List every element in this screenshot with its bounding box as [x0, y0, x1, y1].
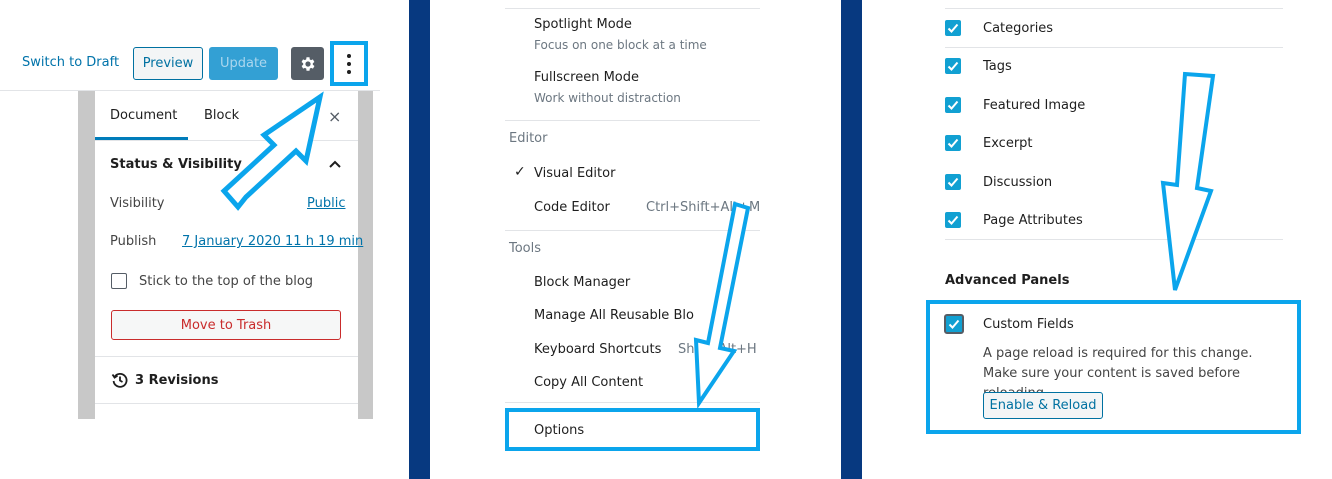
- excerpt-label: Excerpt: [983, 136, 1033, 151]
- visual-editor-item[interactable]: Visual Editor: [534, 166, 615, 181]
- checkmark-icon: [947, 215, 959, 225]
- checkmark-icon: [947, 23, 959, 33]
- checkmark-icon: [947, 138, 959, 148]
- revisions-link[interactable]: 3 Revisions: [135, 373, 218, 388]
- code-editor-item[interactable]: Code Editor: [534, 200, 610, 215]
- block-manager-item[interactable]: Block Manager: [534, 275, 630, 290]
- sticky-label: Stick to the top of the blog: [139, 274, 314, 289]
- featured-image-label: Featured Image: [983, 98, 1086, 113]
- panel-divider: [409, 0, 430, 479]
- section-divider: [95, 356, 358, 357]
- publish-label: Publish: [110, 234, 157, 249]
- spotlight-mode-desc: Focus on one block at a time: [534, 38, 707, 52]
- keyboard-shortcuts-item[interactable]: Keyboard Shortcuts: [534, 342, 661, 357]
- tags-checkbox[interactable]: [945, 58, 961, 74]
- tab-document[interactable]: Document: [110, 108, 177, 123]
- categories-checkbox[interactable]: [945, 20, 961, 36]
- checkmark-icon: ✓: [514, 164, 526, 180]
- ellipsis-dot: [347, 61, 351, 66]
- manage-reusable-blocks-item[interactable]: Manage All Reusable Blocks: [534, 308, 694, 323]
- menu-divider: [505, 120, 760, 121]
- checkmark-icon: [947, 100, 959, 110]
- history-icon: [111, 372, 128, 388]
- checkmark-icon: [948, 319, 960, 329]
- discussion-checkbox[interactable]: [945, 174, 961, 190]
- settings-button[interactable]: [291, 47, 324, 80]
- options-divider: [945, 8, 1283, 9]
- editor-group-label: Editor: [509, 131, 548, 146]
- spotlight-mode-item[interactable]: Spotlight Mode: [534, 17, 632, 32]
- callout-arrow: [1160, 71, 1216, 291]
- callout-arrow: [693, 201, 751, 410]
- categories-label: Categories: [983, 21, 1054, 36]
- ellipsis-dot: [347, 69, 351, 74]
- page-attributes-label: Page Attributes: [983, 213, 1083, 228]
- section-divider: [95, 403, 358, 404]
- enable-reload-button[interactable]: Enable & Reload: [983, 392, 1103, 419]
- more-tools-button[interactable]: [330, 41, 368, 86]
- custom-fields-label: Custom Fields: [983, 317, 1074, 332]
- menu-divider: [505, 8, 760, 9]
- preview-button[interactable]: Preview: [133, 47, 203, 80]
- fullscreen-mode-item[interactable]: Fullscreen Mode: [534, 70, 639, 85]
- update-button[interactable]: Update: [209, 47, 278, 80]
- move-to-trash-button[interactable]: Move to Trash: [111, 310, 341, 340]
- excerpt-checkbox[interactable]: [945, 135, 961, 151]
- options-divider: [945, 47, 1283, 48]
- featured-image-checkbox[interactable]: [945, 97, 961, 113]
- vertical-ellipsis-icon: [347, 53, 351, 58]
- discussion-label: Discussion: [983, 175, 1053, 190]
- gear-icon: [301, 56, 314, 71]
- visibility-label: Visibility: [110, 196, 165, 211]
- sticky-checkbox[interactable]: [111, 273, 127, 289]
- options-item[interactable]: Options: [534, 423, 584, 438]
- fullscreen-mode-desc: Work without distraction: [534, 91, 681, 105]
- tags-label: Tags: [983, 59, 1012, 74]
- tools-group-label: Tools: [509, 241, 542, 256]
- options-divider: [945, 239, 1283, 240]
- callout-arrow: [220, 91, 324, 211]
- panel-divider: [841, 0, 862, 479]
- custom-fields-checkbox[interactable]: [944, 314, 964, 334]
- checkmark-icon: [947, 177, 959, 187]
- advanced-panels-title: Advanced Panels: [945, 273, 1070, 288]
- page-attributes-checkbox[interactable]: [945, 212, 961, 228]
- switch-to-draft-link[interactable]: Switch to Draft: [22, 55, 119, 70]
- copy-all-content-item[interactable]: Copy All Content: [534, 375, 643, 390]
- checkmark-icon: [947, 61, 959, 71]
- publish-date-link[interactable]: 7 January 2020 11 h 19 min: [182, 234, 363, 249]
